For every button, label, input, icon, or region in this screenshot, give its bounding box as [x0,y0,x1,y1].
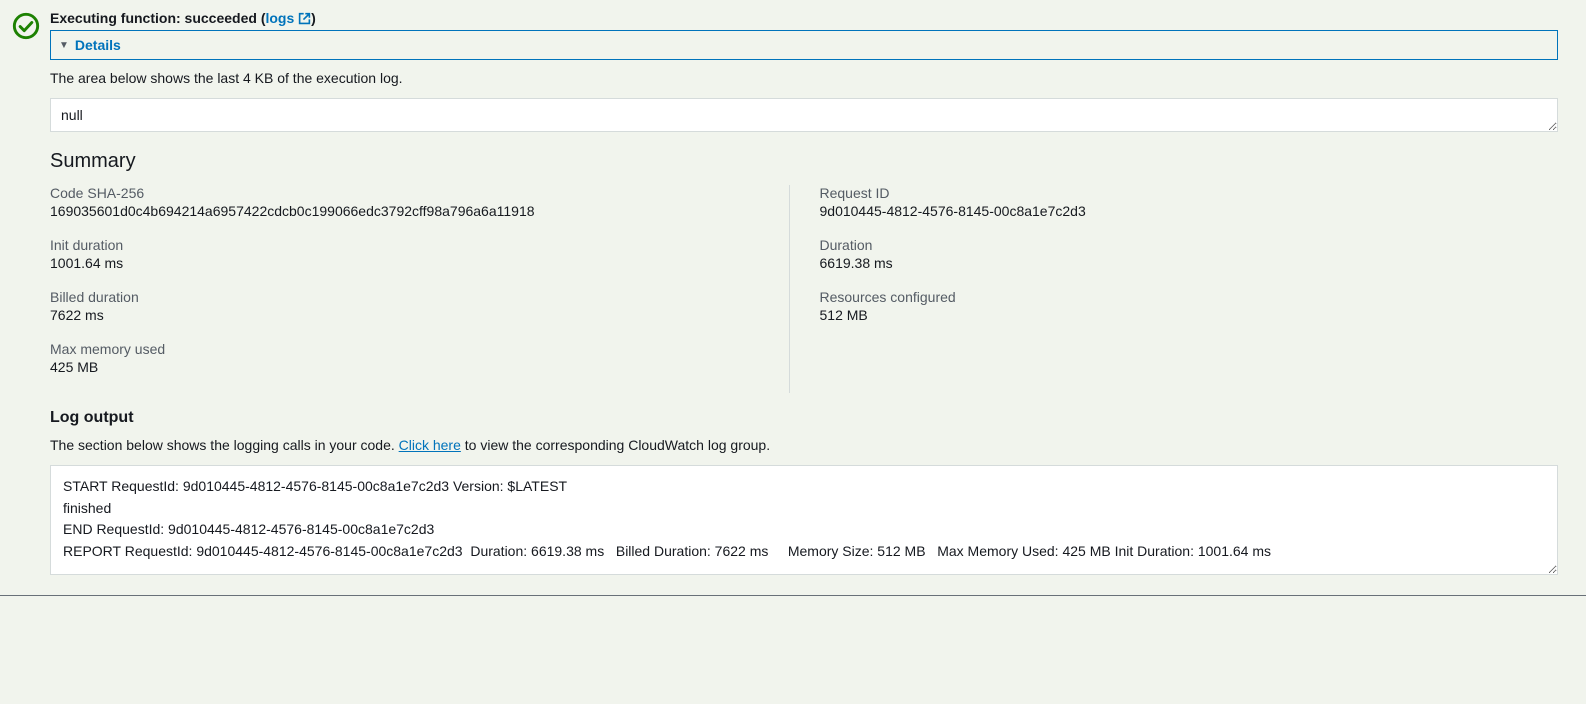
external-link-icon [298,12,311,25]
kv-code-sha: Code SHA-256 169035601d0c4b694214a695742… [50,185,759,219]
cloudwatch-link[interactable]: Click here [399,437,461,453]
kv-value: 7622 ms [50,307,759,323]
summary-right-col: Request ID 9d010445-4812-4576-8145-00c8a… [790,185,1559,393]
kv-label: Resources configured [820,289,1529,305]
kv-request-id: Request ID 9d010445-4812-4576-8145-00c8a… [820,185,1529,219]
execution-status-title: Executing function: succeeded (logs ) [50,10,1558,26]
status-suffix: ) [311,10,316,26]
caret-down-icon: ▼ [59,40,69,51]
execution-result-value: null [61,107,83,123]
log-output-heading: Log output [50,409,1558,427]
details-toggle[interactable]: ▼ Details [50,30,1558,60]
kv-label: Max memory used [50,341,759,357]
kv-label: Code SHA-256 [50,185,759,201]
log-hint: The section below shows the logging call… [50,437,1558,453]
kv-duration: Duration 6619.38 ms [820,237,1529,271]
log-output-box[interactable]: START RequestId: 9d010445-4812-4576-8145… [50,465,1558,575]
summary-heading: Summary [50,150,1558,173]
success-check-icon [12,12,40,40]
kv-value: 425 MB [50,359,759,375]
kv-label: Billed duration [50,289,759,305]
log-size-hint: The area below shows the last 4 KB of th… [50,70,1558,86]
kv-value: 9d010445-4812-4576-8145-00c8a1e7c2d3 [820,203,1529,219]
execution-result-box[interactable]: null [50,98,1558,132]
status-text: Executing function: succeeded ( [50,10,265,26]
kv-label: Init duration [50,237,759,253]
summary-left-col: Code SHA-256 169035601d0c4b694214a695742… [50,185,790,393]
kv-value: 169035601d0c4b694214a6957422cdcb0c199066… [50,203,759,219]
logs-link[interactable]: logs [265,10,311,26]
kv-billed-duration: Billed duration 7622 ms [50,289,759,323]
log-hint-post: to view the corresponding CloudWatch log… [461,437,770,453]
summary-grid: Code SHA-256 169035601d0c4b694214a695742… [50,185,1558,393]
kv-value: 512 MB [820,307,1529,323]
kv-value: 1001.64 ms [50,255,759,271]
kv-label: Request ID [820,185,1529,201]
kv-value: 6619.38 ms [820,255,1529,271]
kv-max-memory: Max memory used 425 MB [50,341,759,375]
kv-label: Duration [820,237,1529,253]
log-hint-pre: The section below shows the logging call… [50,437,399,453]
details-label: Details [75,37,121,53]
kv-resources: Resources configured 512 MB [820,289,1529,323]
kv-init-duration: Init duration 1001.64 ms [50,237,759,271]
execution-result-panel: Executing function: succeeded (logs ) ▼ … [0,0,1586,596]
